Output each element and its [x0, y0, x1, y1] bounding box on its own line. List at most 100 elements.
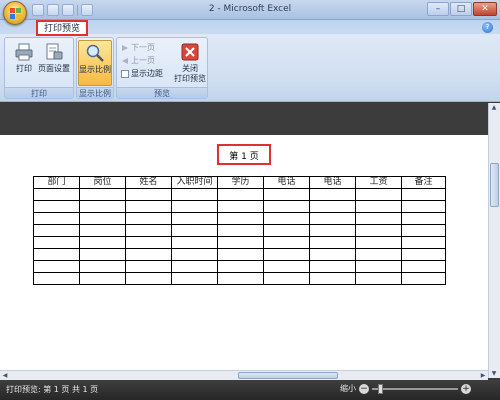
table-cell [125, 260, 172, 273]
zoom-slider-knob[interactable] [378, 383, 383, 394]
table-cell [125, 272, 172, 285]
table-cell [355, 236, 402, 249]
next-page-button[interactable]: 下一页 [121, 42, 155, 53]
horizontal-scroll-thumb[interactable] [238, 372, 338, 379]
table-cell [79, 260, 126, 273]
table-row [33, 260, 446, 273]
table-cell [33, 236, 80, 249]
group-preview: 下一页 上一页 显示边距 关闭 打印预览 预览 [116, 37, 208, 99]
page-title: 第 1 页 [229, 152, 259, 162]
table-header-row: 部门 岗位 姓名 入职时间 学历 电话 电话 工资 备注 [33, 176, 446, 189]
preview-table: 部门 岗位 姓名 入职时间 学历 电话 电话 工资 备注 [33, 176, 446, 285]
close-window-button[interactable]: ✕ [473, 2, 497, 16]
show-margins-checkbox[interactable]: 显示边距 [121, 68, 163, 79]
column-header: 备注 [401, 176, 446, 189]
table-cell [33, 224, 80, 237]
table-cell [355, 188, 402, 201]
table-cell [171, 200, 218, 213]
table-cell [33, 272, 80, 285]
table-cell [263, 236, 310, 249]
table-cell [79, 248, 126, 261]
table-cell [171, 272, 218, 285]
table-row [33, 212, 446, 225]
table-row [33, 236, 446, 249]
next-page-label: 下一页 [131, 43, 155, 52]
table-cell [263, 200, 310, 213]
table-cell [79, 200, 126, 213]
prev-page-label: 上一页 [131, 56, 155, 65]
column-header: 岗位 [79, 176, 126, 189]
table-cell [263, 248, 310, 261]
print-button[interactable]: 打印 [7, 40, 41, 86]
table-cell [79, 224, 126, 237]
horizontal-scrollbar[interactable]: ◀ ▶ [0, 370, 488, 380]
minimize-button[interactable]: – [427, 2, 449, 16]
status-bar: 打印预览: 第 1 页 共 1 页 缩小 − + [0, 380, 500, 400]
table-row [33, 200, 446, 213]
scroll-left-icon[interactable]: ◀ [0, 371, 10, 380]
table-cell [401, 248, 446, 261]
table-cell [309, 272, 356, 285]
table-cell [125, 188, 172, 201]
office-button[interactable] [3, 1, 27, 25]
table-cell [217, 212, 264, 225]
table-cell [217, 260, 264, 273]
page-setup-button[interactable]: 页面设置 [37, 40, 71, 86]
zoom-slider[interactable] [372, 383, 458, 394]
table-cell [125, 212, 172, 225]
table-cell [355, 272, 402, 285]
zoom-out-label[interactable]: 缩小 [340, 383, 356, 394]
table-cell [355, 248, 402, 261]
table-cell [401, 188, 446, 201]
table-cell [309, 260, 356, 273]
zoom-button[interactable]: 显示比例 [78, 40, 112, 86]
maximize-button[interactable]: □ [450, 2, 472, 16]
office-logo-icon [10, 8, 22, 20]
table-cell [263, 188, 310, 201]
column-header: 电话 [309, 176, 356, 189]
table-cell [171, 212, 218, 225]
close-preview-button[interactable]: 关闭 打印预览 [173, 40, 207, 86]
table-cell [401, 236, 446, 249]
help-icon[interactable]: ? [482, 22, 493, 33]
table-body [33, 188, 446, 285]
table-cell [79, 272, 126, 285]
scroll-down-icon[interactable]: ▼ [489, 369, 499, 378]
table-cell [171, 248, 218, 261]
table-row [33, 272, 446, 285]
table-cell [217, 188, 264, 201]
status-text: 打印预览: 第 1 页 共 1 页 [6, 385, 99, 394]
window-controls: – □ ✕ [427, 2, 497, 16]
magnifier-icon [85, 43, 105, 63]
zoom-minus-icon[interactable]: − [359, 383, 369, 394]
table-cell [309, 200, 356, 213]
table-cell [263, 260, 310, 273]
prev-page-icon [122, 57, 128, 64]
table-cell [33, 248, 80, 261]
table-cell [33, 188, 80, 201]
table-cell [171, 260, 218, 273]
table-cell [217, 224, 264, 237]
table-cell [309, 236, 356, 249]
table-cell [401, 260, 446, 273]
group-print-label: 打印 [5, 87, 73, 98]
table-cell [217, 236, 264, 249]
table-cell [79, 188, 126, 201]
prev-page-button[interactable]: 上一页 [121, 55, 155, 66]
vertical-scrollbar[interactable]: ▲ ▼ [488, 103, 500, 378]
table-cell [401, 212, 446, 225]
table-cell [309, 212, 356, 225]
scroll-up-icon[interactable]: ▲ [489, 103, 499, 112]
tab-print-preview[interactable]: 打印预览 [36, 20, 89, 36]
close-preview-icon [180, 42, 200, 62]
vertical-scroll-thumb[interactable] [490, 163, 499, 207]
next-page-icon [122, 44, 128, 51]
table-cell [79, 212, 126, 225]
close-preview-label-1: 关闭 [182, 64, 198, 73]
scroll-right-icon[interactable]: ▶ [478, 371, 488, 380]
zoom-plus-icon[interactable]: + [461, 383, 471, 394]
table-cell [33, 212, 80, 225]
group-preview-label: 预览 [117, 87, 207, 98]
table-cell [125, 224, 172, 237]
window-title: 2 - Microsoft Excel [208, 4, 292, 14]
